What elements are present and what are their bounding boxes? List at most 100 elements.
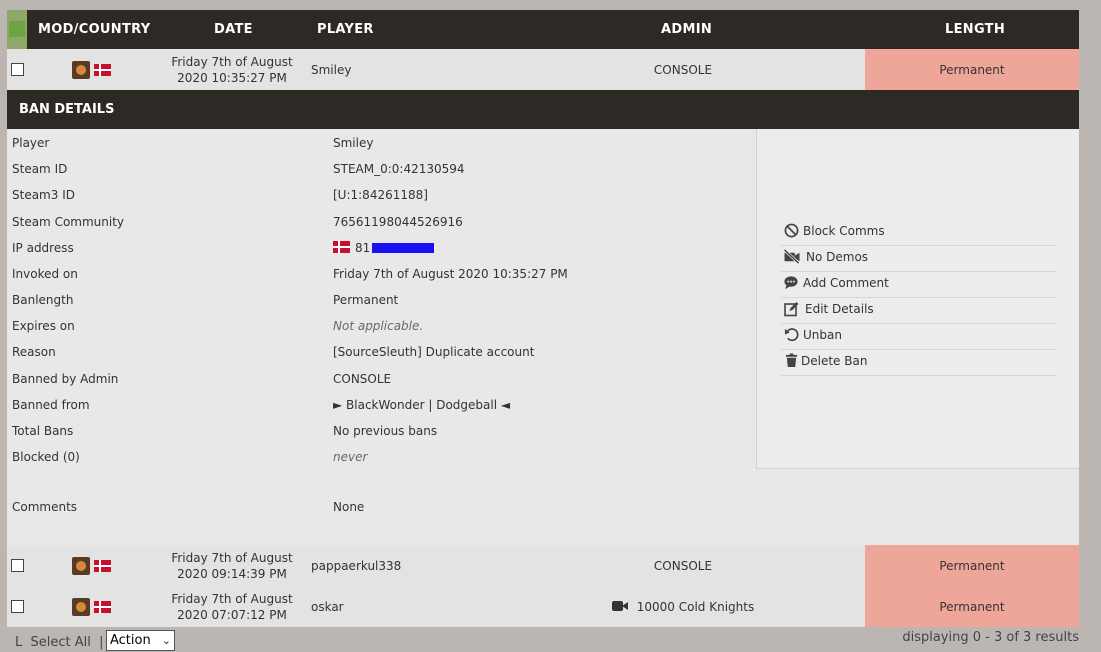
ban-admin: CONSOLE: [653, 559, 713, 573]
delete-ban-label: Delete Ban: [801, 354, 868, 368]
col-mod-country[interactable]: MOD/COUNTRY: [38, 22, 150, 37]
value-reason: [SourceSleuth] Duplicate account: [333, 345, 535, 359]
header-select-cell[interactable]: [7, 10, 27, 49]
value-steam-id: STEAM_0:0:42130594: [333, 162, 465, 176]
label-banned-by: Banned by Admin: [12, 372, 119, 386]
tf2-mod-icon: [72, 61, 90, 79]
select-all-control[interactable]: L Select All |: [15, 635, 104, 650]
block-comms-button[interactable]: Block Comms: [781, 220, 1056, 246]
label-ip: IP address: [12, 241, 74, 255]
value-steam3-id: [U:1:84261188]: [333, 188, 428, 202]
ban-date: Friday 7th of August 2020 09:14:39 PM: [167, 550, 297, 582]
ban-details-panel: Player Smiley Steam ID STEAM_0:0:4213059…: [7, 129, 1079, 545]
label-steam-id: Steam ID: [12, 162, 68, 176]
row-checkbox[interactable]: [11, 600, 24, 613]
denmark-flag-icon: [94, 64, 111, 76]
row-checkbox[interactable]: [11, 559, 24, 572]
col-player[interactable]: PLAYER: [317, 22, 374, 37]
tf2-mod-icon: [72, 598, 90, 616]
col-date[interactable]: DATE: [214, 22, 253, 37]
value-banned-from: ► BlackWonder | Dodgeball ◄: [333, 398, 511, 412]
label-player: Player: [12, 136, 50, 150]
label-expires: Expires on: [12, 319, 75, 333]
action-select[interactable]: Action ⌄: [106, 630, 175, 651]
denmark-flag-icon: [94, 560, 111, 572]
ban-date: Friday 7th of August 2020 07:07:12 PM: [167, 591, 297, 623]
label-reason: Reason: [12, 345, 56, 359]
denmark-flag-icon: [94, 601, 111, 613]
ban-date-line1: Friday 7th of August: [171, 551, 293, 565]
select-all-link[interactable]: Select All: [31, 635, 91, 650]
ban-admin: 10000 Cold Knights: [607, 600, 759, 614]
trash-icon: [783, 353, 799, 369]
block-icon: [783, 223, 799, 239]
ban-length: Permanent: [865, 49, 1079, 90]
label-invoked: Invoked on: [12, 267, 78, 281]
ban-player: pappaerkul338: [311, 559, 402, 573]
ban-admin: CONSOLE: [653, 63, 713, 77]
unban-label: Unban: [803, 328, 842, 342]
ban-admin-name: 10000 Cold Knights: [636, 600, 755, 614]
edit-details-button[interactable]: Edit Details: [781, 298, 1056, 324]
label-banned-from: Banned from: [12, 398, 90, 412]
value-comments: None: [333, 500, 365, 514]
ban-date: Friday 7th of August 2020 10:35:27 PM: [167, 54, 297, 86]
ban-length: Permanent: [865, 586, 1079, 627]
value-player: Smiley: [333, 136, 374, 150]
add-comment-label: Add Comment: [803, 276, 889, 290]
value-blocked: never: [333, 450, 368, 464]
ban-details-header: BAN DETAILS: [7, 90, 1079, 129]
chevron-down-icon: ⌄: [161, 634, 171, 647]
ban-date-line1: Friday 7th of August: [171, 592, 293, 606]
col-length[interactable]: LENGTH: [945, 22, 1005, 37]
action-select-value: Action: [110, 633, 151, 648]
label-steam3-id: Steam3 ID: [12, 188, 75, 202]
value-banned-by: CONSOLE: [333, 372, 392, 386]
value-ip: 81: [333, 241, 435, 255]
unban-button[interactable]: Unban: [781, 324, 1056, 350]
edit-details-label: Edit Details: [805, 302, 874, 316]
add-comment-button[interactable]: Add Comment: [781, 272, 1056, 298]
row-checkbox[interactable]: [11, 63, 24, 76]
no-demos-button[interactable]: No Demos: [781, 246, 1056, 272]
value-expires: Not applicable.: [333, 319, 424, 333]
ban-date-line2: 2020 07:07:12 PM: [177, 608, 287, 622]
label-blocked: Blocked (0): [12, 450, 80, 464]
video-camera-icon: [611, 600, 629, 612]
table-row[interactable]: Friday 7th of August 2020 09:14:39 PM pa…: [7, 545, 1079, 586]
table-row[interactable]: Friday 7th of August 2020 07:07:12 PM os…: [7, 586, 1079, 627]
ban-details-title: BAN DETAILS: [19, 102, 115, 117]
ip-prefix: 81: [355, 241, 371, 255]
header-color-square: [9, 21, 25, 37]
no-demos-label: No Demos: [806, 250, 869, 264]
comment-icon: [783, 275, 799, 291]
tf2-mod-icon: [72, 557, 90, 575]
ban-date-line1: Friday 7th of August: [171, 55, 293, 69]
ban-length: Permanent: [865, 545, 1079, 586]
block-comms-label: Block Comms: [803, 224, 885, 238]
value-total-bans: No previous bans: [333, 424, 438, 438]
ban-player: oskar: [311, 600, 344, 614]
no-video-icon: [783, 248, 800, 265]
ban-date-line2: 2020 09:14:39 PM: [177, 567, 287, 581]
ban-actions-panel: Block Comms No Demos Add Comment Edit De…: [756, 129, 1079, 469]
ban-player: Smiley: [311, 63, 352, 77]
table-header: MOD/COUNTRY DATE PLAYER ADMIN LENGTH: [7, 10, 1079, 49]
redaction-mark: [372, 243, 435, 253]
edit-icon: [783, 301, 799, 317]
value-invoked: Friday 7th of August 2020 10:35:27 PM: [333, 267, 568, 281]
ban-date-line2: 2020 10:35:27 PM: [177, 71, 287, 85]
delete-ban-button[interactable]: Delete Ban: [781, 350, 1056, 376]
bans-table: MOD/COUNTRY DATE PLAYER ADMIN LENGTH Fri…: [7, 10, 1079, 627]
table-footer: L Select All | Action ⌄ displaying 0 - 3…: [7, 628, 1079, 652]
col-admin[interactable]: ADMIN: [661, 22, 712, 37]
denmark-flag-icon: [333, 241, 350, 253]
undo-icon: [783, 327, 799, 343]
value-steam-community[interactable]: 76561198044526916: [333, 215, 463, 229]
result-count: displaying 0 - 3 of 3 results: [902, 630, 1079, 645]
label-total-bans: Total Bans: [12, 424, 74, 438]
label-banlength: Banlength: [12, 293, 74, 307]
label-comments: Comments: [12, 500, 78, 514]
value-banlength: Permanent: [333, 293, 399, 307]
table-row[interactable]: Friday 7th of August 2020 10:35:27 PM Sm…: [7, 49, 1079, 90]
